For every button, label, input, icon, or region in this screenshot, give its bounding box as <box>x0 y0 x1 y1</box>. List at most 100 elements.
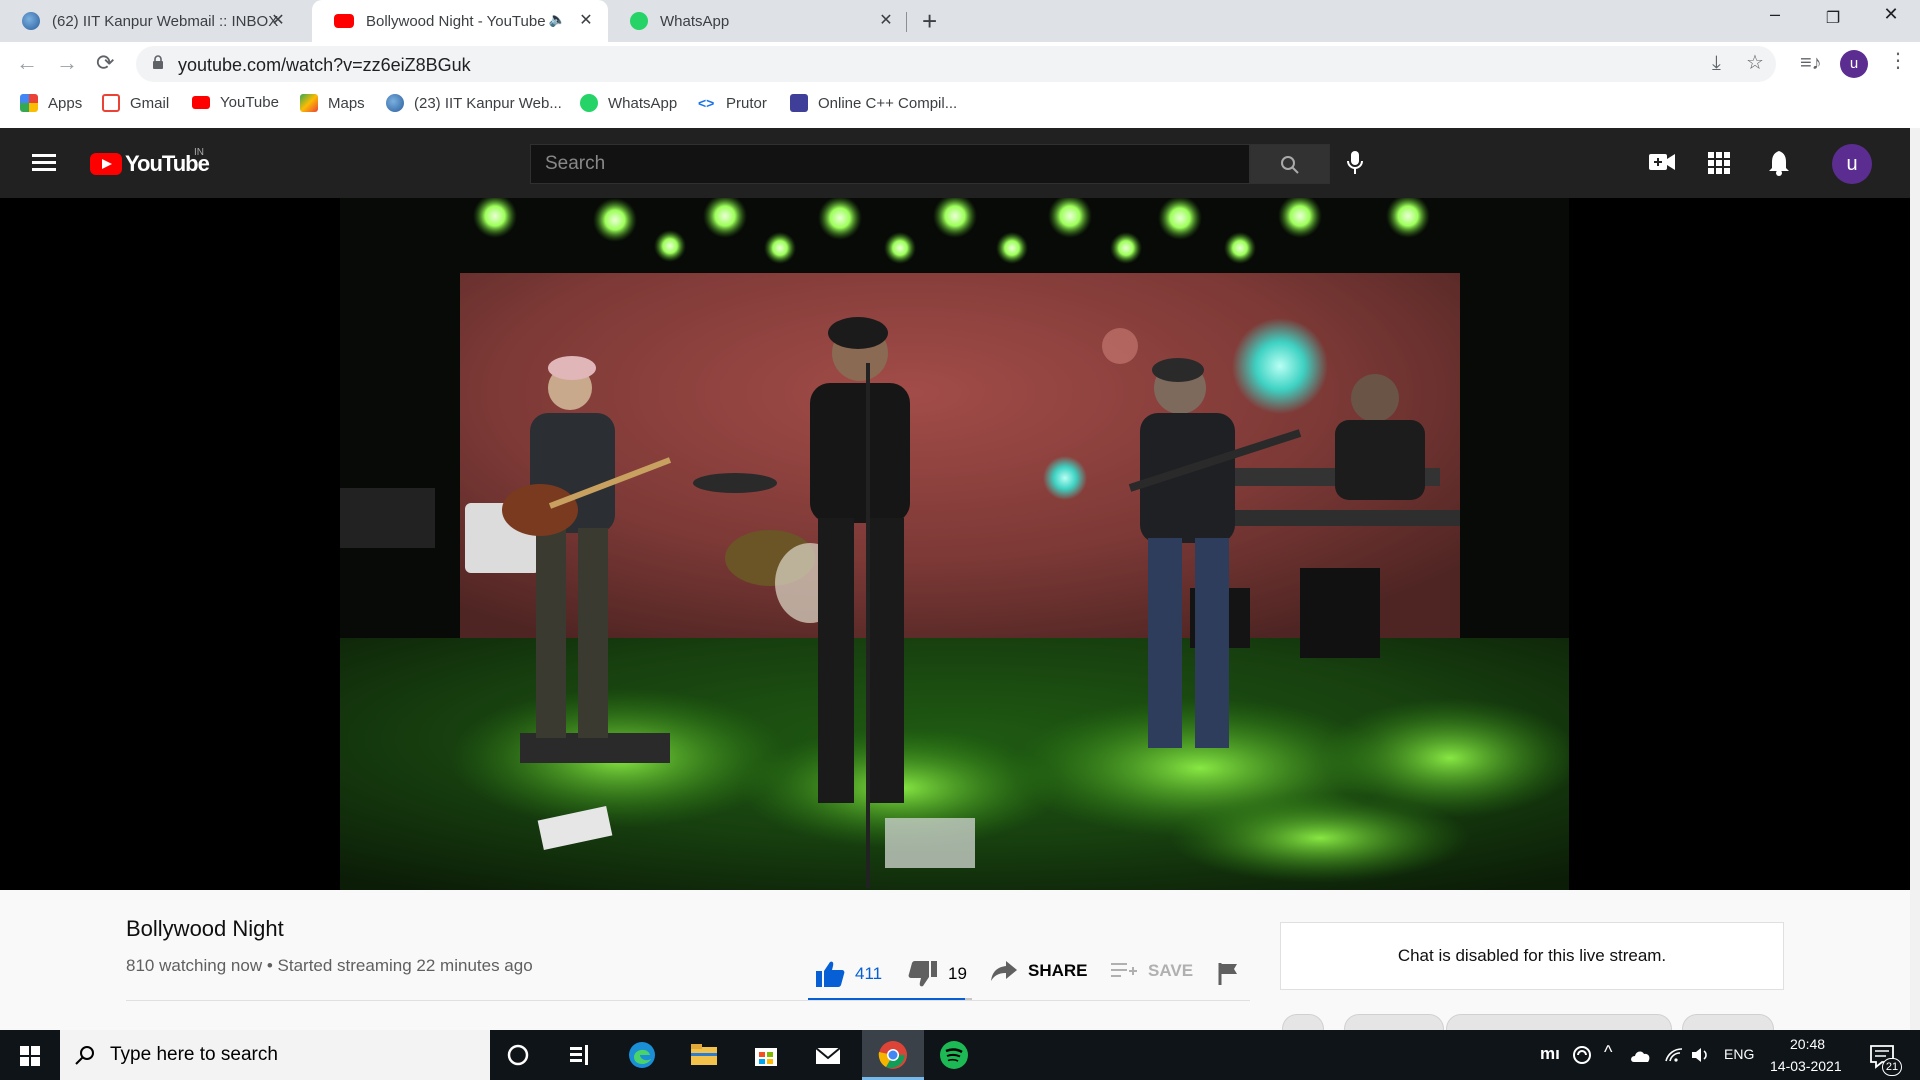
mi-tray-icon[interactable]: mı <box>1540 1044 1560 1064</box>
bookmark-star-icon[interactable]: ☆ <box>1746 50 1764 75</box>
search-icon <box>1281 156 1299 174</box>
save-button[interactable]: SAVE <box>1110 960 1193 982</box>
media-control-icon[interactable]: ≡♪ <box>1800 52 1822 75</box>
prutor-icon: <> <box>698 95 715 111</box>
restore-button[interactable]: ❐ <box>1810 8 1856 28</box>
windows-start-icon[interactable] <box>20 1046 40 1066</box>
bookmark-label: Maps <box>328 94 365 112</box>
tab-separator <box>906 12 907 32</box>
clock-date[interactable]: 14-03-2021 <box>1770 1058 1842 1074</box>
taskbar-search-box[interactable]: Type here to search <box>60 1030 490 1080</box>
bookmark-label: YouTube <box>220 94 279 111</box>
search-icon <box>75 1046 94 1065</box>
minimize-button[interactable]: – <box>1752 4 1798 25</box>
onedrive-icon[interactable] <box>1630 1046 1652 1064</box>
tab-title: (62) IIT Kanpur Webmail :: INBOX <box>52 12 279 30</box>
bookmark-label: Gmail <box>130 94 170 112</box>
browser-tab-strip: (62) IIT Kanpur Webmail :: INBOX ✕ Bolly… <box>0 0 1920 42</box>
video-frame[interactable] <box>340 198 1569 890</box>
spotify-icon[interactable] <box>938 1039 970 1071</box>
cyan-light-flare <box>1043 456 1087 500</box>
bookmarks-bar: Apps Gmail YouTube Maps (23) IIT Kanpur … <box>0 86 1920 122</box>
youtube-favicon-icon <box>334 14 354 28</box>
bookmark-prutor[interactable]: <> Prutor <box>698 94 767 112</box>
tab-youtube[interactable]: Bollywood Night - YouTube 🔈 ✕ <box>312 0 608 42</box>
whatsapp-icon <box>580 94 598 112</box>
search-box[interactable] <box>530 144 1250 184</box>
search-input[interactable] <box>531 145 1249 183</box>
menu-dots-icon[interactable]: ⋮ <box>1888 48 1908 73</box>
video-meta: 810 watching now • Started streaming 22 … <box>126 956 533 976</box>
bookmark-online-cpp[interactable]: Online C++ Compil... <box>790 94 957 112</box>
clock-time[interactable]: 20:48 <box>1790 1036 1825 1052</box>
maps-icon <box>300 94 318 112</box>
menu-icon[interactable] <box>32 154 56 172</box>
close-tab-icon[interactable]: ✕ <box>876 10 896 30</box>
forward-button[interactable]: → <box>56 50 78 76</box>
microphone-icon[interactable] <box>1346 150 1364 176</box>
webmail-favicon-icon <box>22 12 40 30</box>
bookmark-maps[interactable]: Maps <box>300 94 365 112</box>
create-video-icon[interactable] <box>1648 150 1676 174</box>
thumbs-up-icon <box>816 961 845 987</box>
url-text[interactable]: youtube.com/watch?v=zz6eiZ8BGuk <box>178 55 471 76</box>
bookmark-label: WhatsApp <box>608 94 678 112</box>
youtube-icon <box>192 96 210 109</box>
speaker-icon[interactable]: 🔈 <box>549 11 566 28</box>
lock-icon <box>153 55 163 69</box>
back-button[interactable]: ← <box>16 50 38 76</box>
dislike-button[interactable]: 19 <box>908 960 967 988</box>
sync-tray-icon[interactable] <box>1572 1045 1592 1065</box>
share-button[interactable]: SHARE <box>990 960 1088 982</box>
bookmark-youtube[interactable]: YouTube <box>192 94 279 111</box>
chrome-icon <box>878 1041 907 1069</box>
edge-browser-icon[interactable] <box>626 1039 658 1071</box>
bookmark-label: (23) IIT Kanpur Web... <box>414 94 562 112</box>
bookmark-gmail[interactable]: Gmail <box>102 94 169 112</box>
video-player[interactable] <box>0 198 1910 890</box>
bookmark-whatsapp[interactable]: WhatsApp <box>580 94 677 112</box>
file-explorer-icon[interactable] <box>688 1039 720 1071</box>
notifications-bell-icon[interactable] <box>1768 150 1790 176</box>
volume-icon[interactable] <box>1690 1045 1712 1065</box>
mail-icon[interactable] <box>812 1039 844 1071</box>
cortana-icon[interactable] <box>502 1039 534 1071</box>
close-tab-icon[interactable]: ✕ <box>268 10 288 30</box>
tab-webmail[interactable]: (62) IIT Kanpur Webmail :: INBOX ✕ <box>0 0 300 42</box>
country-code: IN <box>194 147 204 158</box>
page-scrollbar[interactable] <box>1910 128 1920 1030</box>
close-tab-icon[interactable]: ✕ <box>576 10 596 30</box>
apps-grid-icon[interactable] <box>1708 152 1730 174</box>
browser-toolbar: ← → ⟳ youtube.com/watch?v=zz6eiZ8BGuk ⤓ … <box>0 42 1920 86</box>
windows-taskbar: Type here to search mı ^ ENG 20:48 14-03… <box>0 1030 1920 1080</box>
video-title: Bollywood Night <box>126 916 284 941</box>
playlist-add-icon <box>1111 963 1137 977</box>
youtube-play-icon <box>90 153 122 175</box>
tab-whatsapp[interactable]: WhatsApp ✕ <box>608 0 908 42</box>
youtube-logo[interactable]: YouTube IN <box>90 147 210 177</box>
compiler-icon <box>790 94 808 112</box>
install-icon[interactable]: ⤓ <box>1712 52 1721 75</box>
close-window-button[interactable]: ✕ <box>1868 4 1914 25</box>
language-indicator[interactable]: ENG <box>1724 1046 1754 1062</box>
reload-button[interactable]: ⟳ <box>96 50 114 76</box>
section-divider <box>126 1000 1250 1001</box>
bookmark-apps[interactable]: Apps <box>20 94 82 112</box>
video-info-section: Bollywood Night 810 watching now • Start… <box>0 890 1910 1044</box>
notification-count-badge: 21 <box>1882 1058 1902 1076</box>
report-flag-icon[interactable] <box>1218 962 1240 986</box>
new-tab-button[interactable]: + <box>922 6 937 37</box>
bookmark-iitk-webmail[interactable]: (23) IIT Kanpur Web... <box>386 94 562 112</box>
account-avatar[interactable]: u <box>1832 144 1872 184</box>
wifi-icon[interactable] <box>1664 1045 1684 1065</box>
search-button[interactable] <box>1250 144 1330 184</box>
stream-start: Started streaming 22 minutes ago <box>277 956 533 975</box>
chrome-taskbar-active[interactable] <box>862 1030 924 1080</box>
address-bar[interactable]: youtube.com/watch?v=zz6eiZ8BGuk ⤓ ☆ <box>136 46 1776 82</box>
chevron-up-icon[interactable]: ^ <box>1604 1042 1612 1063</box>
like-button[interactable]: 411 <box>815 960 882 988</box>
microsoft-store-icon[interactable] <box>750 1039 782 1071</box>
task-view-icon[interactable] <box>564 1039 596 1071</box>
profile-avatar[interactable]: u <box>1840 50 1868 78</box>
light-flare <box>1102 328 1138 364</box>
